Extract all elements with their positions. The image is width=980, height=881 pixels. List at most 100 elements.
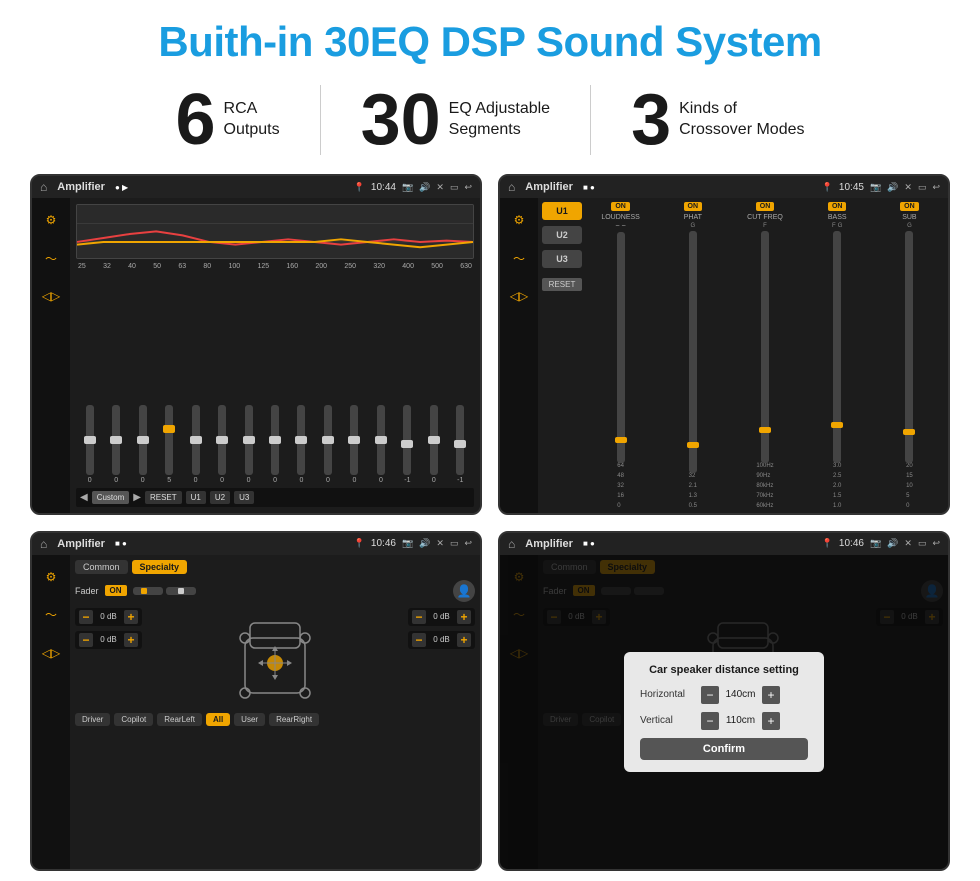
home-icon-2[interactable]: ⌂ [508, 180, 515, 194]
slider-thumb-9[interactable] [322, 436, 334, 444]
cutfreq-on[interactable]: ON [756, 202, 775, 211]
sidebar-eq-icon-2[interactable]: ⚙ [505, 206, 533, 234]
loudness-thumb[interactable] [615, 437, 627, 443]
window-icon-2[interactable]: ▭ [918, 182, 927, 193]
slider-track-12[interactable] [403, 405, 411, 475]
horizontal-minus-btn[interactable]: − [701, 686, 719, 704]
slider-track-5[interactable] [218, 405, 226, 475]
bass-on[interactable]: ON [828, 202, 847, 211]
db-plus-fl[interactable]: + [124, 610, 138, 624]
sub-slider[interactable] [905, 231, 913, 463]
person-icon[interactable]: 👤 [453, 580, 475, 602]
window-icon-4[interactable]: ▭ [918, 538, 927, 549]
eq-play-btn[interactable]: ▶ [133, 492, 141, 503]
btn-all[interactable]: All [206, 713, 230, 726]
slider-track-4[interactable] [192, 405, 200, 475]
sidebar-eq-icon-3[interactable]: ⚙ [37, 563, 65, 591]
vertical-plus-btn[interactable]: + [762, 712, 780, 730]
slider-thumb-1[interactable] [110, 436, 122, 444]
sidebar-speaker-icon-3[interactable]: ◁▷ [37, 639, 65, 667]
sidebar-speaker-icon[interactable]: ◁▷ [37, 282, 65, 310]
tab-specialty[interactable]: Specialty [132, 560, 188, 574]
eq-u1-btn[interactable]: U1 [186, 491, 206, 504]
btn-rearleft[interactable]: RearLeft [157, 713, 202, 726]
sidebar-eq-icon[interactable]: ⚙ [37, 206, 65, 234]
vertical-minus-btn[interactable]: − [701, 712, 719, 730]
slider-thumb-11[interactable] [375, 436, 387, 444]
slider-track-11[interactable] [377, 405, 385, 475]
sidebar-wave-icon-2[interactable]: 〜 [505, 244, 533, 272]
slider-track-10[interactable] [350, 405, 358, 475]
slider-thumb-13[interactable] [428, 436, 440, 444]
btn-copilot[interactable]: Copilot [114, 713, 153, 726]
db-minus-rr[interactable]: − [412, 633, 426, 647]
phat-slider[interactable] [689, 231, 697, 473]
slider-track-8[interactable] [297, 405, 305, 475]
fader-on-btn[interactable]: ON [105, 585, 127, 596]
window-icon-1[interactable]: ▭ [450, 182, 459, 193]
slider-track-1[interactable] [112, 405, 120, 475]
sidebar-wave-icon-3[interactable]: 〜 [37, 601, 65, 629]
preset-u3[interactable]: U3 [542, 250, 582, 268]
slider-thumb-14[interactable] [454, 440, 466, 448]
close-icon-2[interactable]: ✕ [904, 182, 912, 193]
slider-track-6[interactable] [245, 405, 253, 475]
db-plus-fr[interactable]: + [457, 610, 471, 624]
confirm-button[interactable]: Confirm [640, 738, 808, 760]
btn-driver[interactable]: Driver [75, 713, 110, 726]
btn-rearright[interactable]: RearRight [269, 713, 319, 726]
cutfreq-thumb[interactable] [759, 427, 771, 433]
eq-u2-btn[interactable]: U2 [210, 491, 230, 504]
slider-thumb-12[interactable] [401, 440, 413, 448]
slider-thumb-3[interactable] [163, 425, 175, 433]
slider-thumb-0[interactable] [84, 436, 96, 444]
cutfreq-slider[interactable] [761, 231, 769, 463]
back-icon-1[interactable]: ↩ [464, 182, 472, 193]
sidebar-speaker-icon-2[interactable]: ◁▷ [505, 282, 533, 310]
amp-reset-btn[interactable]: RESET [542, 278, 582, 291]
sub-thumb[interactable] [903, 429, 915, 435]
close-icon-1[interactable]: ✕ [436, 182, 444, 193]
slider-thumb-6[interactable] [243, 436, 255, 444]
close-icon-4[interactable]: ✕ [904, 538, 912, 549]
preset-u1[interactable]: U1 [542, 202, 582, 220]
slider-thumb-5[interactable] [216, 436, 228, 444]
eq-reset-btn[interactable]: RESET [145, 491, 182, 504]
window-icon-3[interactable]: ▭ [450, 538, 459, 549]
loudness-slider[interactable] [617, 232, 625, 463]
slider-track-2[interactable] [139, 405, 147, 475]
home-icon-4[interactable]: ⌂ [508, 537, 515, 551]
eq-custom-btn[interactable]: Custom [92, 491, 130, 504]
phat-thumb[interactable] [687, 442, 699, 448]
slider-thumb-10[interactable] [348, 436, 360, 444]
eq-prev-btn[interactable]: ◀ [80, 492, 88, 503]
home-icon-3[interactable]: ⌂ [40, 537, 47, 551]
db-plus-rr[interactable]: + [457, 633, 471, 647]
slider-thumb-8[interactable] [295, 436, 307, 444]
close-icon-3[interactable]: ✕ [436, 538, 444, 549]
bass-slider[interactable] [833, 231, 841, 463]
home-icon-1[interactable]: ⌂ [40, 180, 47, 194]
db-plus-rl[interactable]: + [124, 633, 138, 647]
back-icon-4[interactable]: ↩ [932, 538, 940, 549]
preset-u2[interactable]: U2 [542, 226, 582, 244]
fader-h-slider-1[interactable] [133, 587, 163, 595]
btn-user[interactable]: User [234, 713, 265, 726]
slider-thumb-7[interactable] [269, 436, 281, 444]
slider-track-3[interactable] [165, 405, 173, 475]
sub-on[interactable]: ON [900, 202, 919, 211]
slider-track-7[interactable] [271, 405, 279, 475]
horizontal-plus-btn[interactable]: + [762, 686, 780, 704]
slider-thumb-2[interactable] [137, 436, 149, 444]
bass-thumb[interactable] [831, 422, 843, 428]
eq-u3-btn[interactable]: U3 [234, 491, 254, 504]
fader-h-slider-2[interactable] [166, 587, 196, 595]
db-minus-fr[interactable]: − [412, 610, 426, 624]
db-minus-fl[interactable]: − [79, 610, 93, 624]
tab-common[interactable]: Common [75, 560, 128, 574]
slider-track-14[interactable] [456, 405, 464, 475]
loudness-on[interactable]: ON [611, 202, 630, 211]
sidebar-wave-icon[interactable]: 〜 [37, 244, 65, 272]
back-icon-3[interactable]: ↩ [464, 538, 472, 549]
slider-track-9[interactable] [324, 405, 332, 475]
